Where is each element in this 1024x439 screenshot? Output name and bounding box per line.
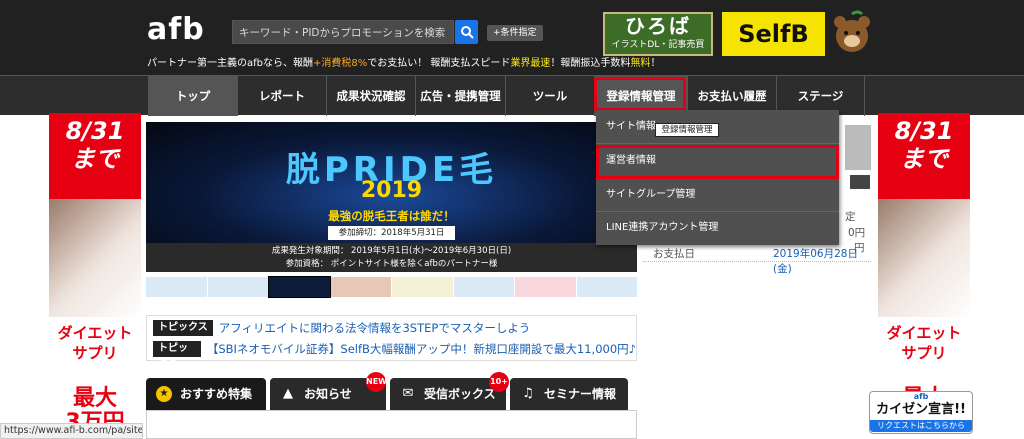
status-bar-url: https://www.afi-b.com/pa/siteinfo/ [0,423,143,439]
dropdown-item-site-group[interactable]: サイトグループ管理 [596,178,839,212]
main-nav: トップ レポート 成果状況確認 広告・提携管理 ツール 登録情報管理 お支払い履… [0,75,1024,116]
banner-date: 8/31 まで [49,113,141,199]
thumbnail[interactable] [515,277,576,297]
carousel-thumbnails [146,276,637,298]
highlight-registration [594,77,686,111]
new-badge: NEW [366,372,387,392]
nav-item-top[interactable]: トップ [148,76,237,116]
tab-seminar[interactable]: ♫ セミナー情報 [510,378,628,410]
count-badge: 10+ [489,372,509,392]
banner-image [49,199,141,317]
panel-label-fragment: 定 [845,211,856,223]
tagline: パートナー第一主義のafbなら、報酬+消費税8%でお支払い！ 報酬支払スピード業… [147,58,661,69]
topic-link[interactable]: 【SBIネオモバイル証券】SelfB大幅報酬アップ中！新規口座開設で最大11,0… [207,341,636,357]
search-button[interactable] [455,20,478,44]
topic-row[interactable]: トピックス 【SBIネオモバイル証券】SelfB大幅報酬アップ中！新規口座開設で… [153,341,636,370]
banner-product: ダイエット サプリ [49,317,141,387]
thumbnail[interactable] [207,277,268,297]
topic-badge: トピックス [153,320,213,336]
thumbnail[interactable] [453,277,514,297]
header: afb キーワード・PIDからプロモーションを検索 +条件指定 パートナー第一主… [0,0,1024,75]
banner-product: ダイエット サプリ [878,317,970,387]
hero-year: 2019 [360,178,423,203]
nav-item-report[interactable]: レポート [237,76,326,116]
tooltip: 登録情報管理 [655,123,719,137]
nav-item-ads[interactable]: 広告・提携管理 [415,76,505,116]
medal-icon: ★ [156,386,172,402]
panel-value-fragment: 0円 [848,227,866,239]
topic-row[interactable]: トピックス アフィリエイトに関わる法令情報を3STEPでマスターしよう [153,320,530,336]
kaizen-widget[interactable]: afb カイゼン宣言!! リクエストはこちらから [869,391,973,434]
topics-box: トピックス アフィリエイトに関わる法令情報を3STEPでマスターしよう トピック… [146,315,637,370]
nav-item-results[interactable]: 成果状況確認 [326,76,415,116]
hero-subtitle: 最強の脱毛王者は誰だ！ [328,209,455,223]
left-ad-banner[interactable]: 8/31 まで ダイエット サプリ 最大 3万円 [49,113,141,439]
payment-date-value: 2019年06月28日(金) [773,248,858,275]
search-icon [460,26,474,39]
topic-badge: トピックス [153,341,201,370]
dropdown-item-line-account[interactable]: LINE連携アカウント管理 [596,211,839,245]
cone-icon: ▲ [283,386,293,401]
thumbnail[interactable] [392,277,453,297]
panel-button-fragment[interactable] [850,175,870,189]
mail-icon: ✉ [402,386,414,401]
hero-details: 成果発生対象期間： 2019年5月1日(水)〜2019年6月30日(日) 参加資… [146,243,637,272]
thumbnail[interactable] [146,277,207,297]
highlight-operator-info [596,145,839,179]
headset-icon: ♫ [522,386,534,401]
afb-logo[interactable]: afb [147,14,205,46]
topic-link[interactable]: アフィリエイトに関わる法令情報を3STEPでマスターしよう [219,320,531,336]
search-input[interactable]: キーワード・PIDからプロモーションを検索 [232,20,454,44]
nav-item-tools[interactable]: ツール [505,76,594,116]
tab-news[interactable]: ▲ お知らせ NEW [270,372,387,410]
hiroba-banner[interactable]: ひろば イラストDL・記事売買 [603,12,713,56]
payment-date-label: お支払日 [653,248,695,260]
hero-period: 参加締切：2018年5月31日（金） [328,226,455,252]
tab-content [146,410,637,439]
thumbnail-selected[interactable] [268,276,331,298]
condition-button[interactable]: +条件指定 [487,25,543,41]
selfb-banner[interactable]: SelfB [722,12,825,56]
banner-image [878,199,970,317]
thumbnail[interactable] [330,277,391,297]
tab-inbox[interactable]: ✉ 受信ボックス 10+ [390,372,509,410]
panel-image-fragment [845,125,871,170]
content-tabs: ★ おすすめ特集 ▲ お知らせ NEW ✉ 受信ボックス 10+ ♫ セミナー情… [146,372,628,410]
tab-recommended[interactable]: ★ おすすめ特集 [146,378,266,410]
bear-mascot-icon [834,10,870,52]
banner-date: 8/31 まで [878,113,970,199]
thumbnail[interactable] [576,277,637,297]
